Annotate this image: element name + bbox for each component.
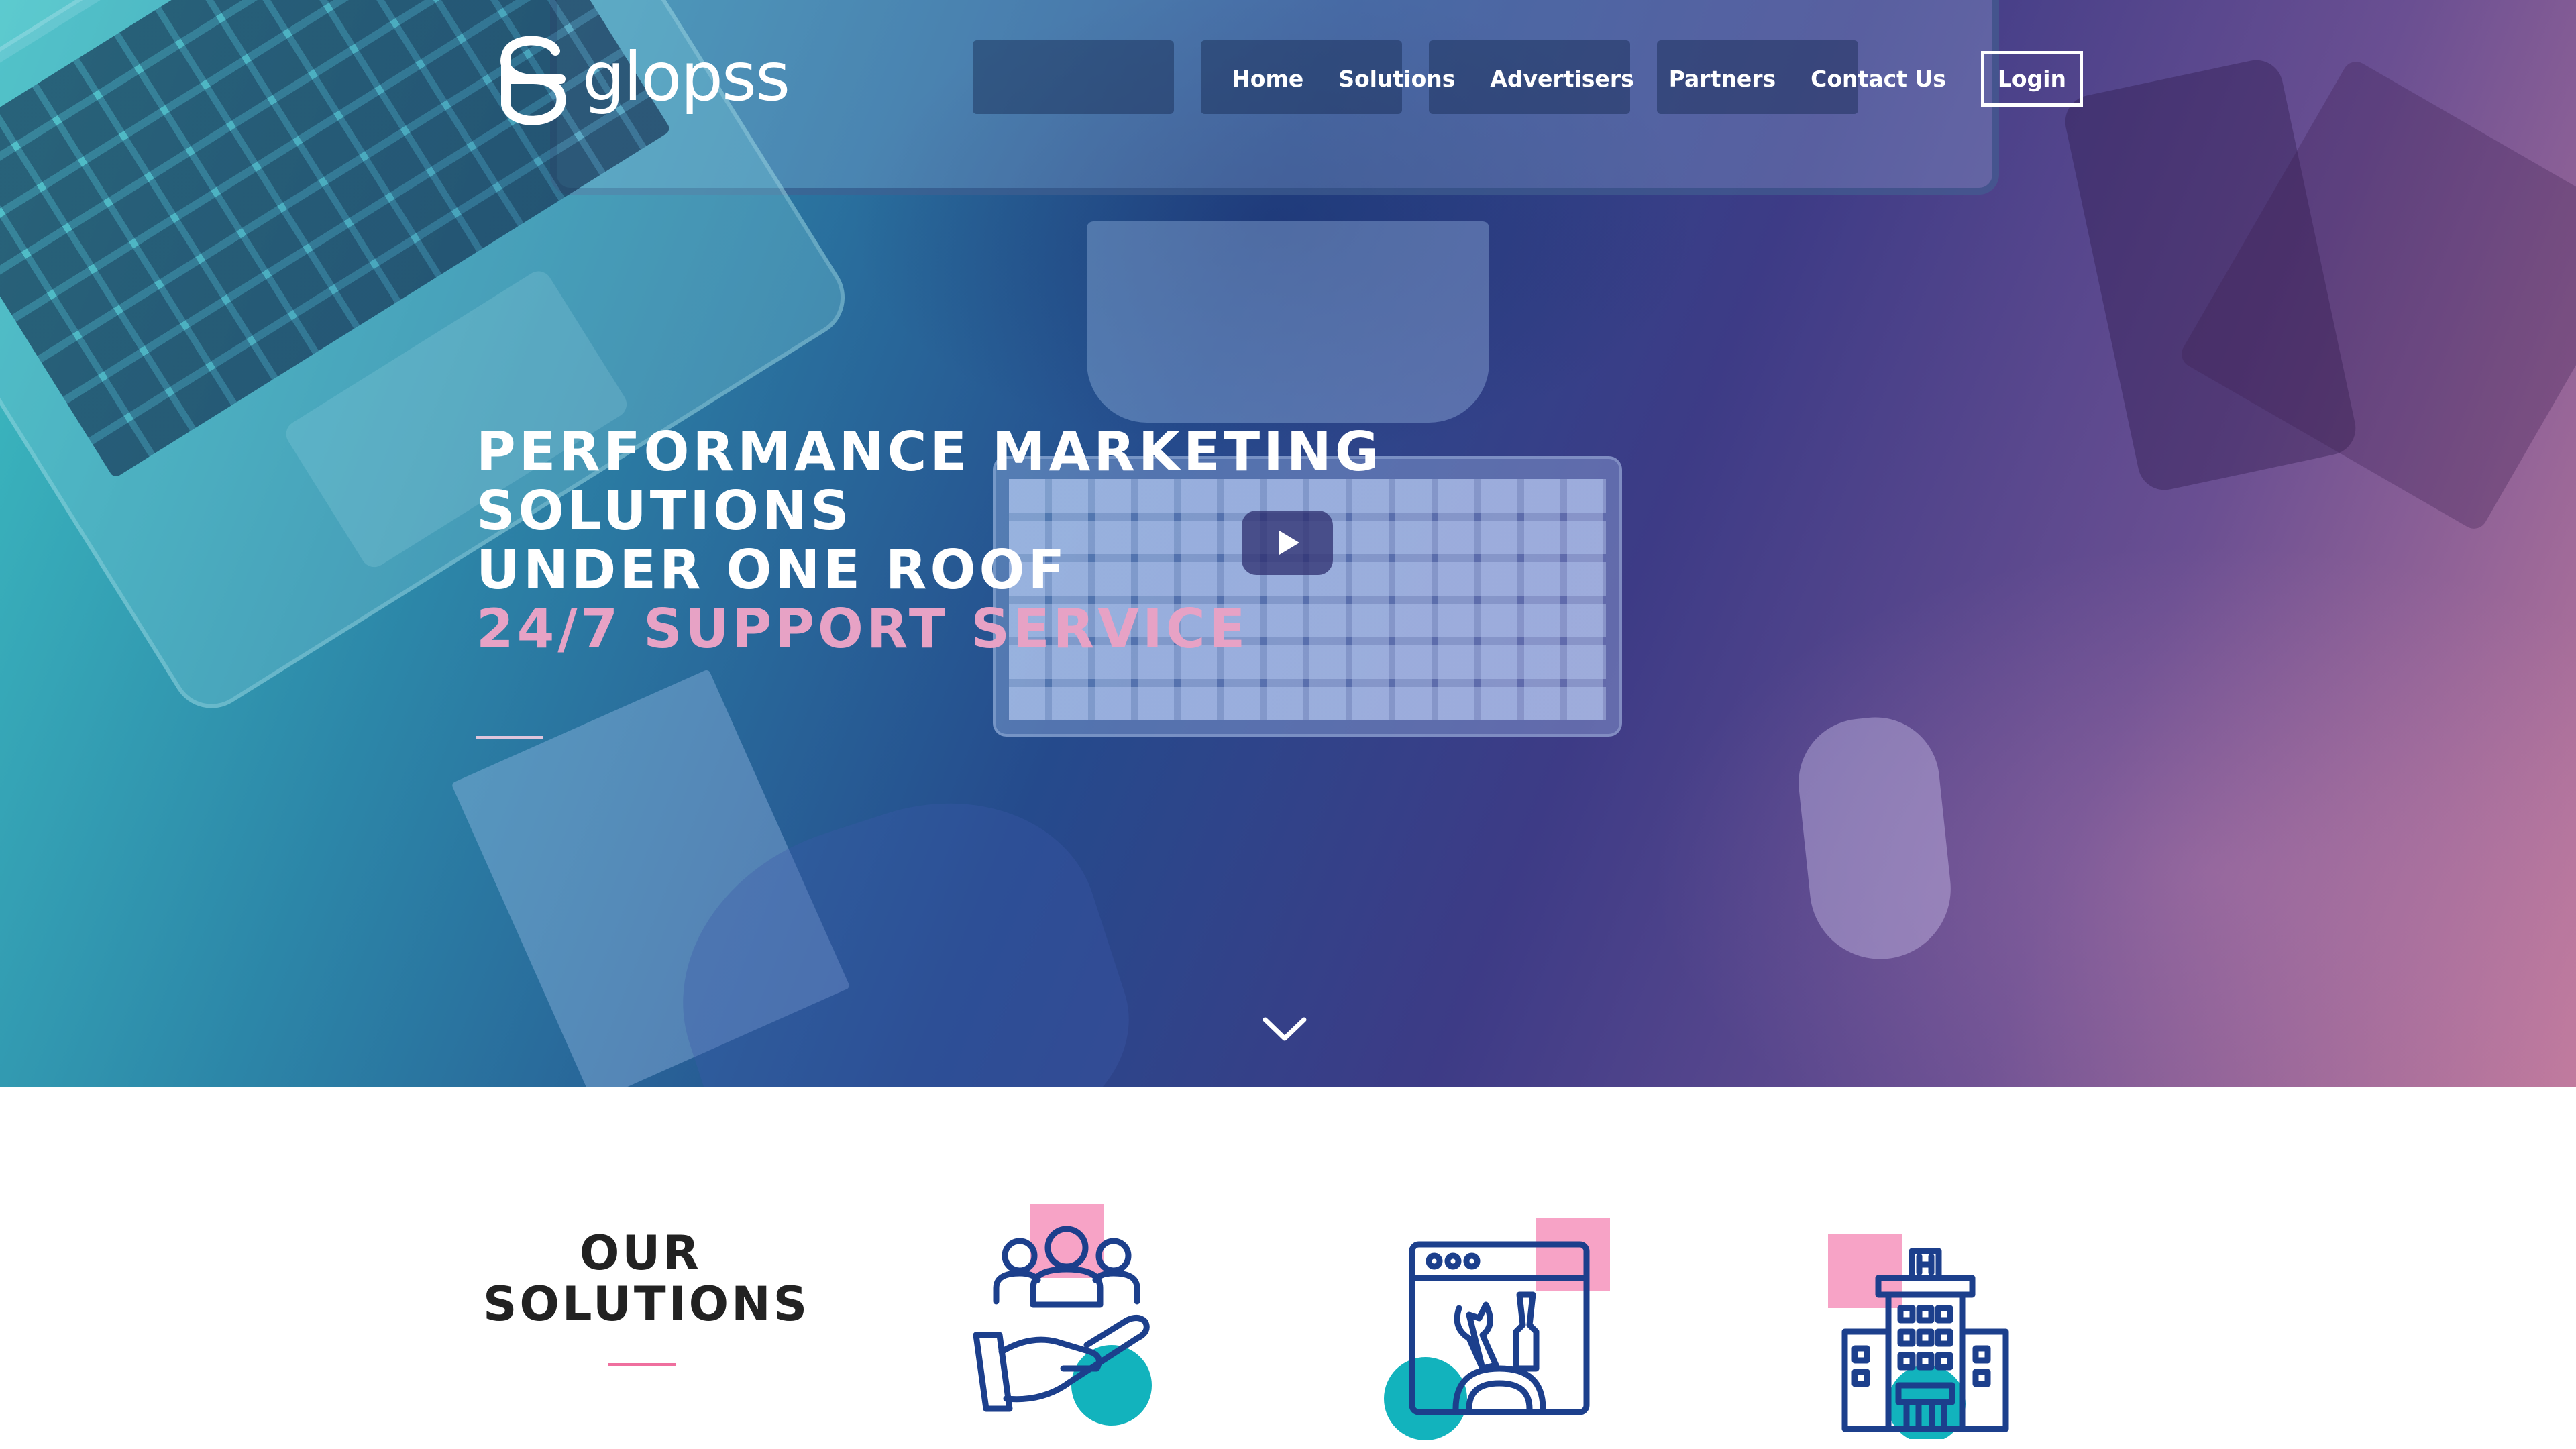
solutions-title-line-1: OUR: [579, 1226, 702, 1281]
main-nav: Home Solutions Advertisers Partners Cont…: [1197, 51, 2083, 107]
hero-headline: PERFORMANCE MARKETING SOLUTIONS UNDER ON…: [476, 423, 1550, 659]
hero-divider: [476, 736, 543, 739]
nav-advertisers[interactable]: Advertisers: [1490, 66, 1633, 92]
background-monitor-stand: [1087, 221, 1489, 423]
chevron-down-icon[interactable]: [1261, 1012, 1308, 1045]
nav-partners[interactable]: Partners: [1669, 66, 1776, 92]
logo-icon: [500, 36, 566, 125]
play-icon: [1279, 531, 1299, 555]
nav-solutions[interactable]: Solutions: [1338, 66, 1455, 92]
hero-line-1: PERFORMANCE MARKETING: [476, 421, 1383, 483]
browser-tools-icon[interactable]: [1382, 1214, 1617, 1442]
hospital-building-icon[interactable]: [1825, 1231, 2026, 1439]
hero-line-3: UNDER ONE ROOF: [476, 539, 1069, 601]
solutions-title-line-2: SOLUTIONS: [483, 1277, 810, 1332]
hero-line-2: SOLUTIONS: [476, 480, 853, 542]
hero-section: glopss Home Solutions Advertisers Partne…: [0, 0, 2576, 1087]
nav-contact-us[interactable]: Contact Us: [1811, 66, 1946, 92]
login-button[interactable]: Login: [1980, 51, 2083, 107]
logo-text: glopss: [582, 37, 790, 116]
hero-line-4: 24/7 SUPPORT SERVICE: [476, 598, 1249, 660]
logo[interactable]: glopss: [496, 30, 790, 130]
people-hand-icon[interactable]: [969, 1201, 1171, 1429]
video-play-button[interactable]: [1242, 511, 1333, 575]
nav-home[interactable]: Home: [1232, 66, 1303, 92]
solutions-title: OUR SOLUTIONS: [483, 1226, 810, 1332]
solutions-divider: [608, 1363, 676, 1366]
